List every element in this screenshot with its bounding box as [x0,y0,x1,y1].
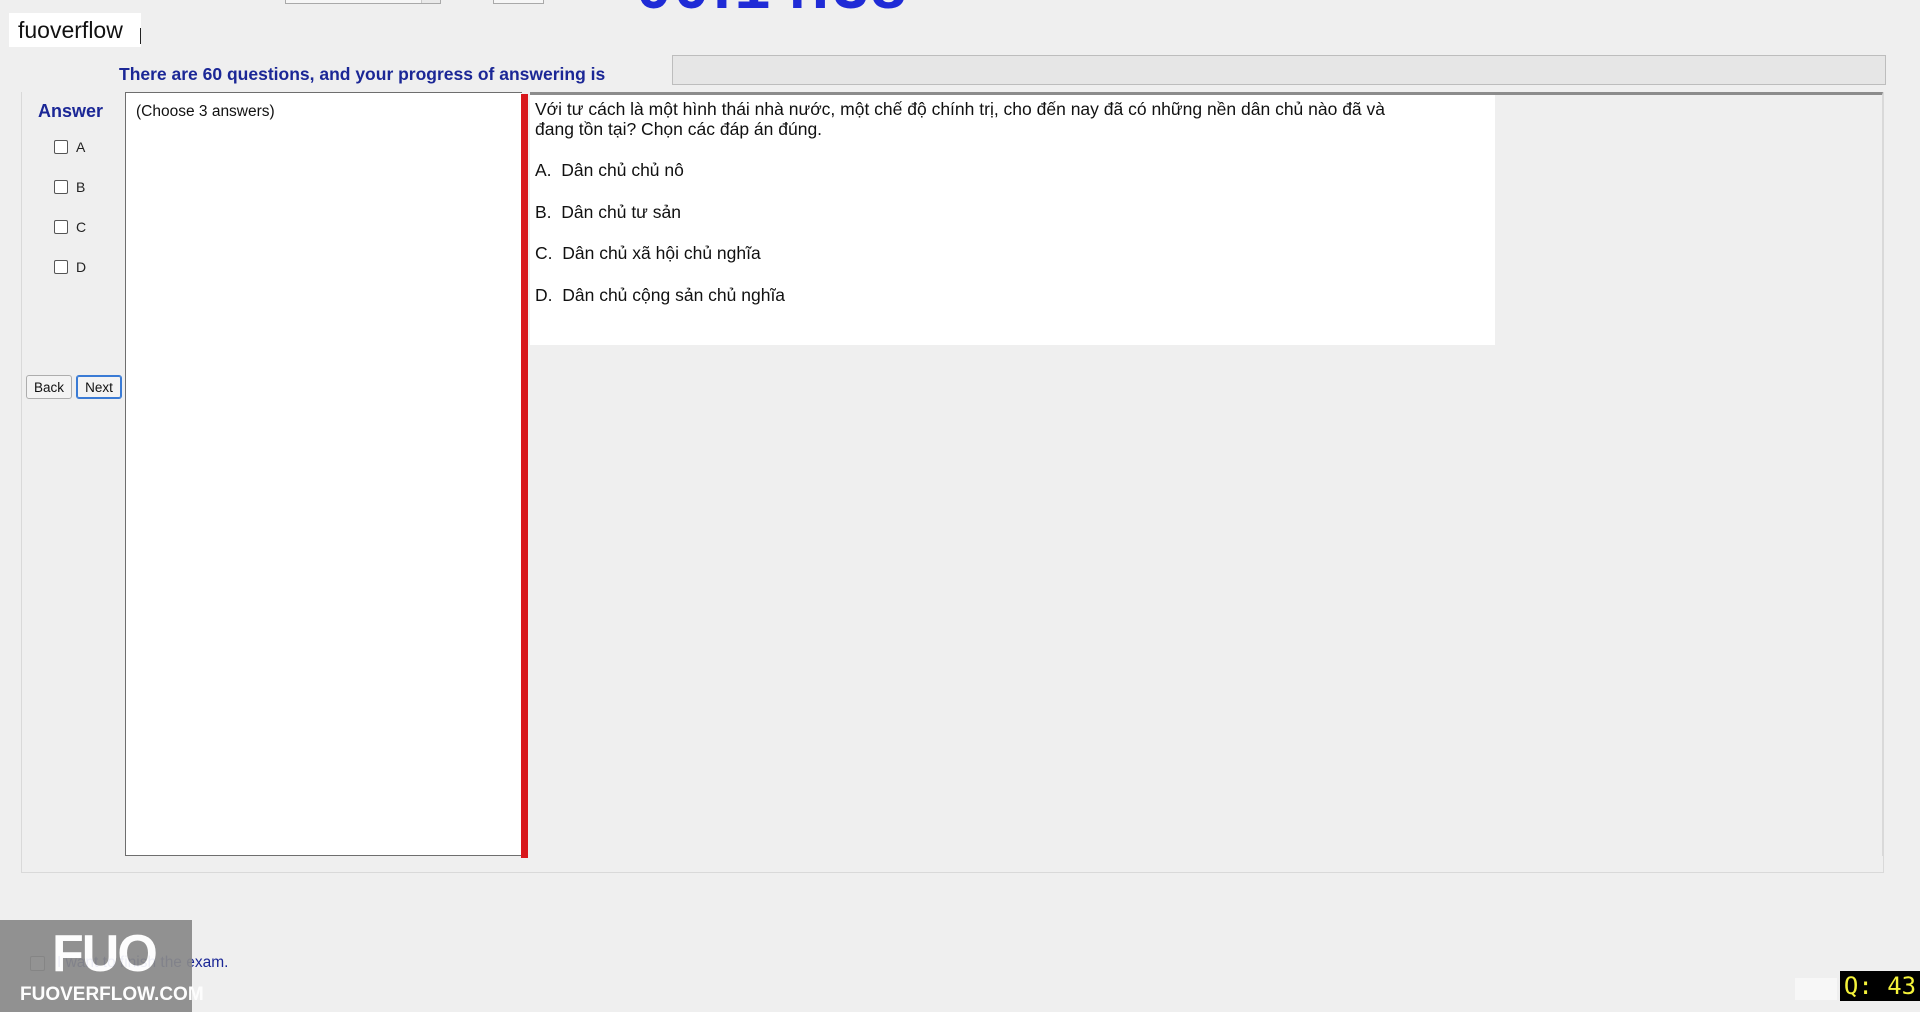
checkbox-b-label[interactable]: B [76,179,85,195]
exam-timer: 00:14:38 [636,0,908,18]
question-option-d: D. Dân chủ cộng sản chủ nghĩa [535,285,785,306]
checkbox-c-box[interactable] [54,220,68,234]
option-c-letter: C. [535,243,553,263]
answer-checkbox-d[interactable]: D [54,257,86,277]
option-c-text: Dân chủ xã hội chủ nghĩa [562,243,761,263]
answer-checkbox-c[interactable]: C [54,217,86,237]
top-small-control[interactable] [493,0,544,4]
question-counter: Q: 43 [1840,971,1920,1001]
logo-mark: FUO [52,925,158,983]
watermark-label: fuoverflow [9,13,141,47]
question-line-2: đang tồn tại? Chọn các đáp án đúng. [535,119,823,139]
back-button[interactable]: Back [26,375,72,399]
option-a-text: Dân chủ chủ nô [561,160,684,180]
logo-text: FUOVERFLOW.COM [20,984,204,1005]
question-text: Với tư cách là một hình thái nhà nước, m… [535,99,1435,139]
answer-text-pane[interactable]: (Choose 3 answers) [125,92,522,856]
option-d-letter: D. [535,285,553,305]
question-option-a: A. Dân chủ chủ nô [535,160,684,181]
choose-hint: (Choose 3 answers) [136,103,275,120]
option-b-text: Dân chủ tư sản [561,202,681,222]
checkbox-d-box[interactable] [54,260,68,274]
checkbox-a-box[interactable] [54,140,68,154]
answer-heading: Answer [38,101,104,121]
checkbox-c-label[interactable]: C [76,219,86,235]
site-logo-watermark: FUO FUOVERFLOW.COM [0,920,204,1012]
progress-description: There are 60 questions, and your progres… [119,64,606,84]
counter-background [1795,978,1837,1000]
progress-bar [672,55,1886,85]
question-line-1: Với tư cách là một hình thái nhà nước, m… [535,99,1386,119]
answer-checkbox-a[interactable]: A [54,137,85,157]
top-combo-box[interactable] [285,0,441,4]
text-caret [140,28,141,44]
answer-checkbox-b[interactable]: B [54,177,85,197]
checkbox-a-label[interactable]: A [76,139,85,155]
next-button[interactable]: Next [76,375,122,399]
question-option-c: C. Dân chủ xã hội chủ nghĩa [535,243,761,264]
option-d-text: Dân chủ cộng sản chủ nghĩa [562,285,786,305]
checkbox-b-box[interactable] [54,180,68,194]
combo-dropdown-button[interactable] [421,0,440,3]
pane-splitter[interactable] [521,94,528,858]
checkbox-d-label[interactable]: D [76,259,86,275]
option-b-letter: B. [535,202,552,222]
question-option-b: B. Dân chủ tư sản [535,202,681,223]
option-a-letter: A. [535,160,552,180]
